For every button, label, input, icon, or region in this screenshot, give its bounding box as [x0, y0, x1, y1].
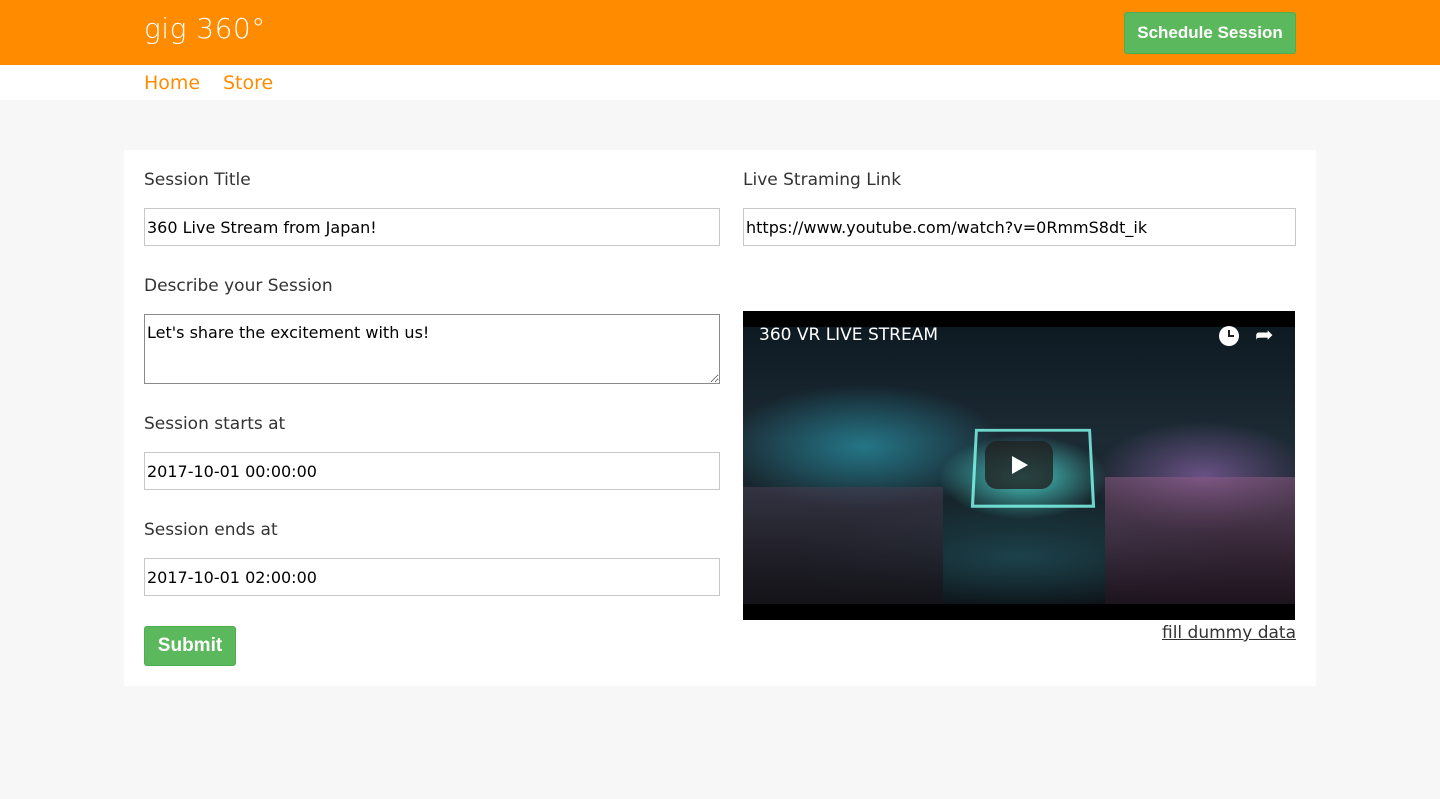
- description-textarea[interactable]: Let's share the excitement with us!: [144, 314, 720, 384]
- ends-at-input[interactable]: [144, 558, 720, 596]
- video-crowd-left: [743, 487, 943, 604]
- nav-store-link[interactable]: Store: [223, 72, 273, 94]
- top-bar: gig 360° Schedule Session: [0, 0, 1440, 65]
- session-title-input[interactable]: [144, 208, 720, 246]
- streaming-link-input[interactable]: [743, 208, 1296, 246]
- ends-at-label: Session ends at: [144, 520, 278, 540]
- session-title-label: Session Title: [144, 170, 251, 190]
- submit-button[interactable]: Submit: [144, 626, 236, 666]
- clock-icon[interactable]: [1219, 326, 1239, 346]
- description-label: Describe your Session: [144, 276, 333, 296]
- nav-bar: Home Store: [0, 65, 1440, 100]
- video-title[interactable]: 360 VR LIVE STREAM: [759, 325, 938, 345]
- session-form-card: Session Title Describe your Session Let'…: [124, 150, 1316, 686]
- fill-dummy-data-link[interactable]: fill dummy data: [1162, 623, 1296, 643]
- video-crowd-right: [1105, 477, 1295, 604]
- streaming-link-label: Live Straming Link: [743, 170, 902, 190]
- video-player[interactable]: 360 VR LIVE STREAM ➦: [743, 311, 1295, 620]
- play-icon[interactable]: [985, 441, 1053, 489]
- share-icon[interactable]: ➦: [1255, 323, 1273, 348]
- logo[interactable]: gig 360°: [144, 12, 266, 45]
- schedule-session-button[interactable]: Schedule Session: [1124, 12, 1296, 54]
- starts-at-label: Session starts at: [144, 414, 286, 434]
- nav-home-link[interactable]: Home: [144, 72, 200, 94]
- starts-at-input[interactable]: [144, 452, 720, 490]
